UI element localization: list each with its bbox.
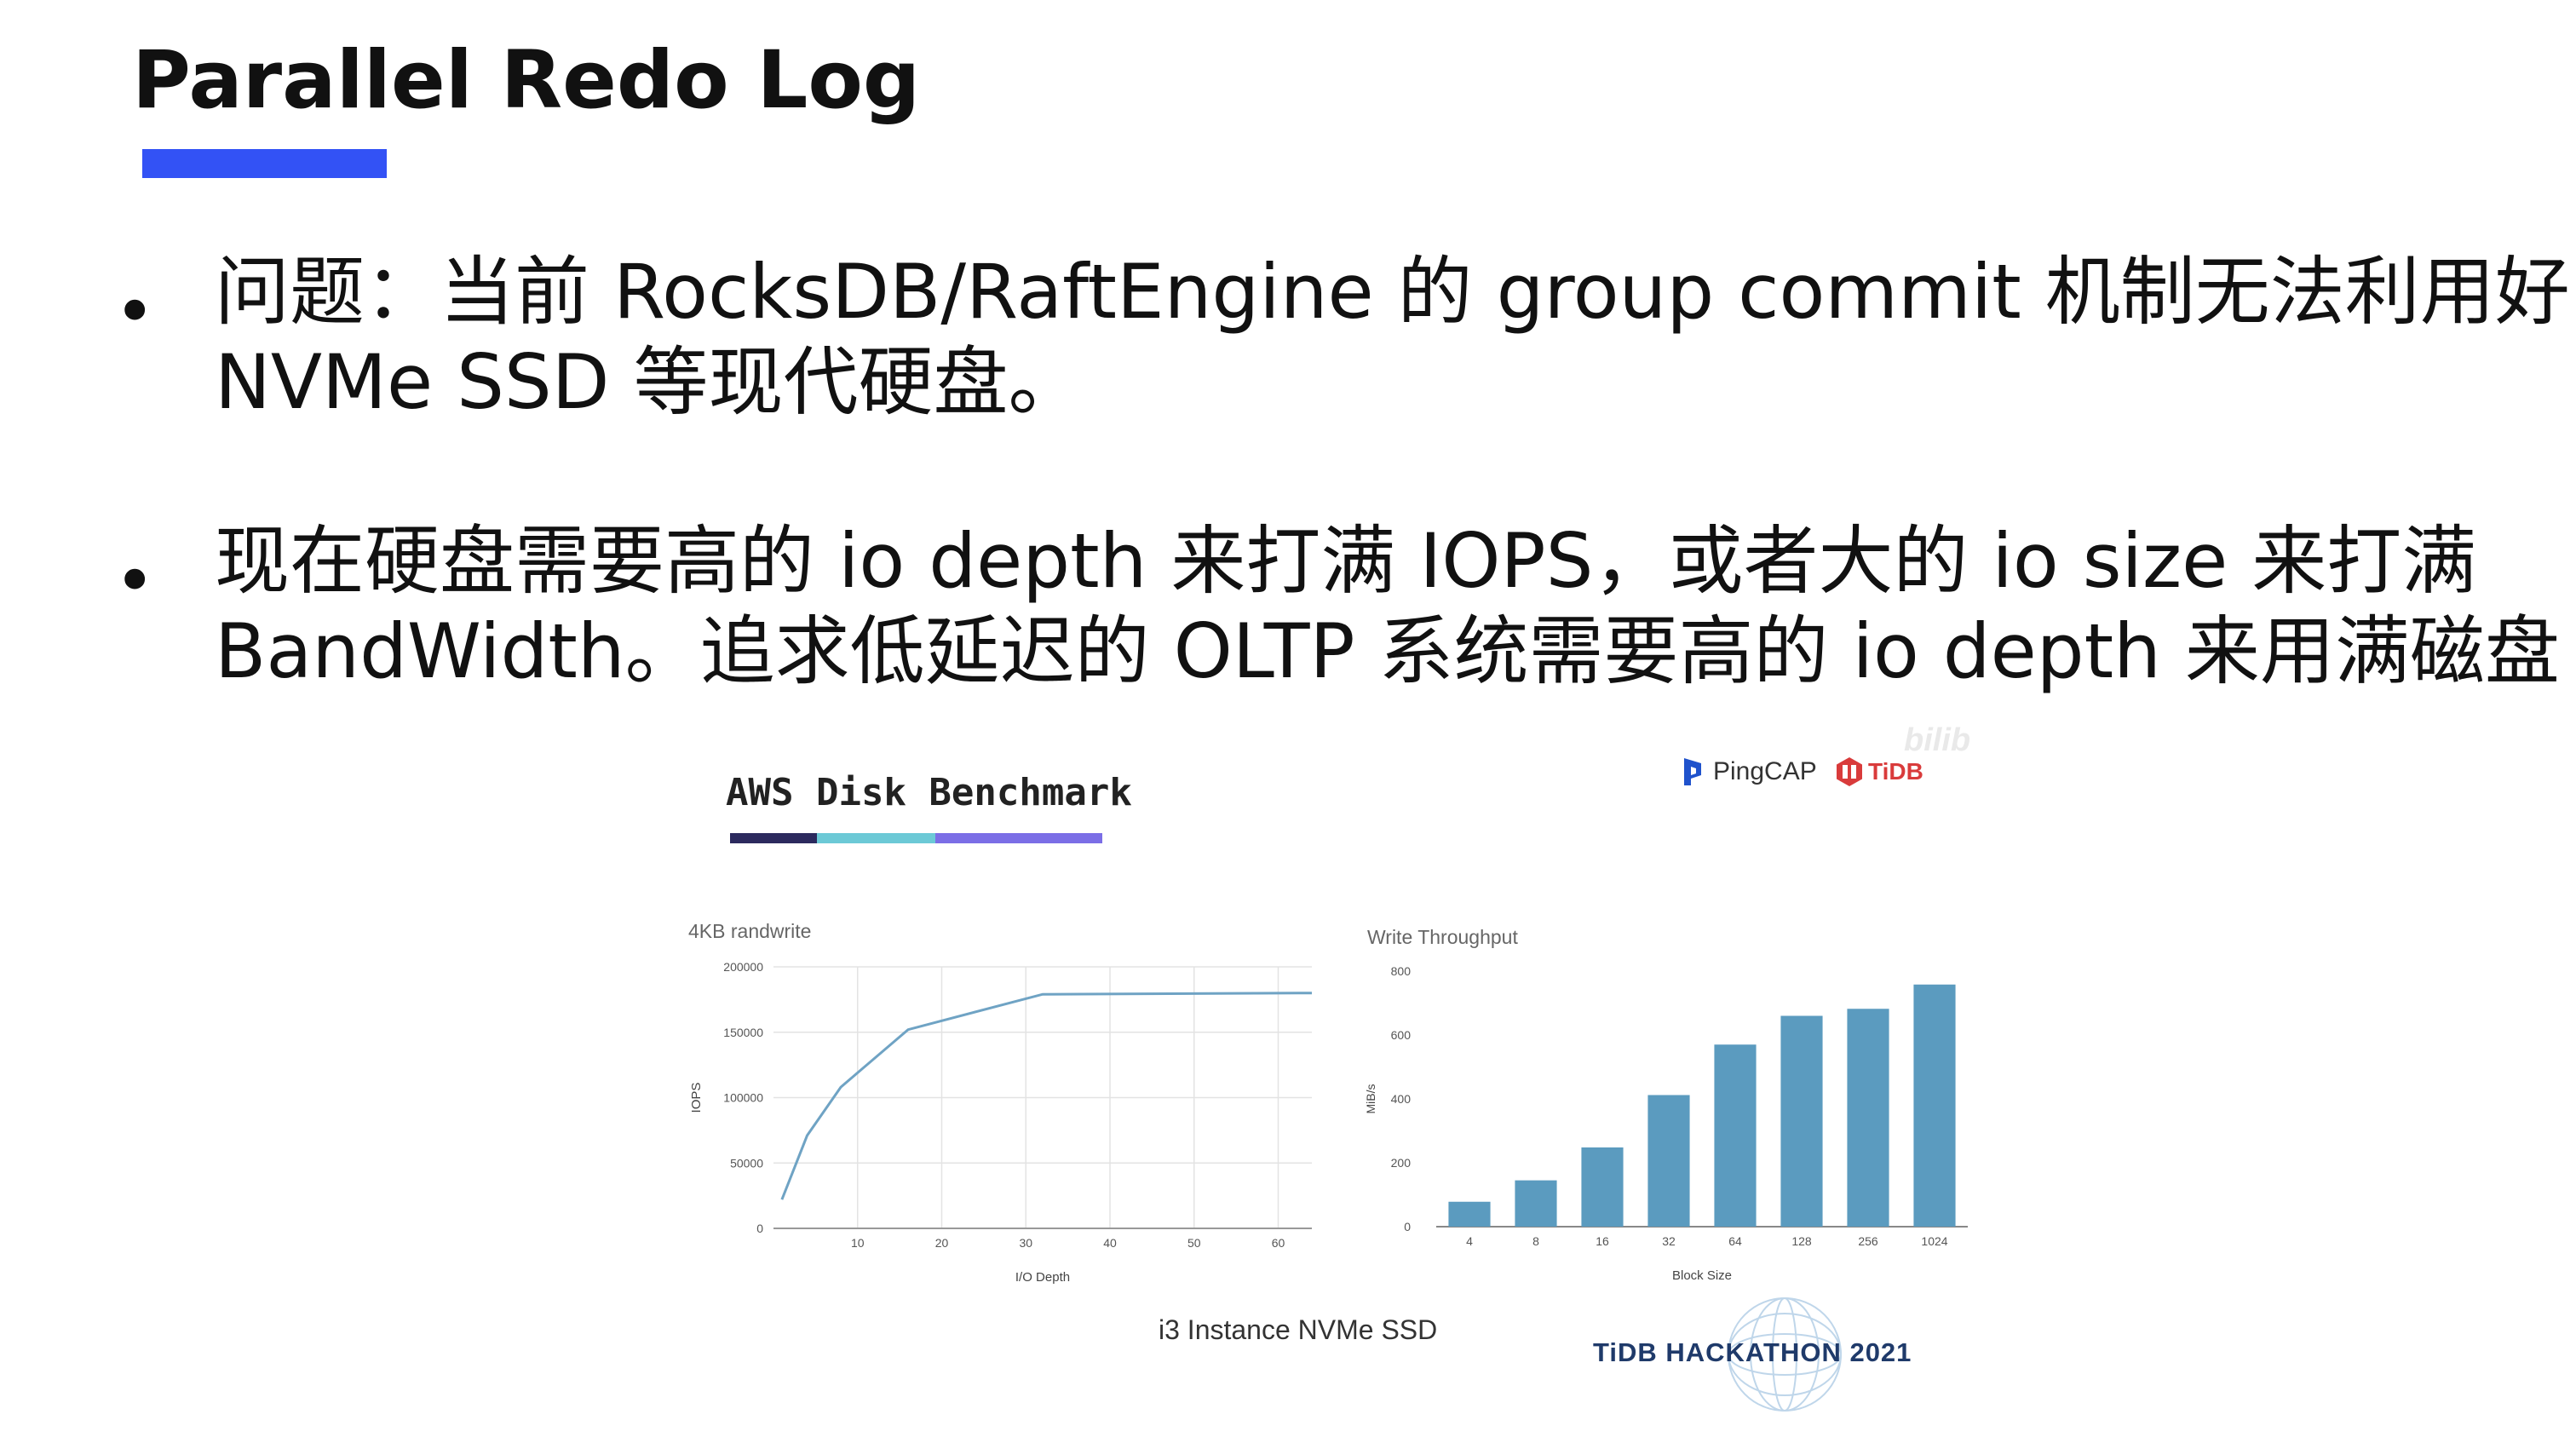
- y-axis-label: MiB/s: [1364, 1084, 1377, 1114]
- watermark: bilib: [1904, 722, 1971, 758]
- bullet-text-line: 问题：当前 RocksDB/RaftEngine 的 group commit …: [215, 248, 2570, 336]
- throughput-bar-chart: 0 200 400 600 800 4 8 16 32 64 128 256 1024 Block Siz…: [1364, 964, 1968, 1283]
- bullet-item: • 现在硬盘需要高的 io depth 来打满 IOPS，或者大的 io siz…: [111, 516, 2564, 697]
- y-tick-label: 150000: [723, 1026, 763, 1039]
- x-tick-label: 256: [1858, 1234, 1878, 1248]
- x-tick-label: 1024: [1921, 1234, 1947, 1248]
- tidb-logo: TiDB: [1836, 756, 1923, 787]
- x-tick-label: 20: [935, 1236, 949, 1250]
- benchmark-bar-segment-2: [817, 833, 935, 843]
- y-tick-label: 600: [1391, 1028, 1412, 1042]
- bullet-item: • 问题：当前 RocksDB/RaftEngine 的 group commi…: [111, 247, 2570, 428]
- x-tick-label: 64: [1728, 1234, 1742, 1248]
- title-underline: [142, 149, 387, 178]
- benchmark-title: AWS Disk Benchmark: [726, 771, 1132, 814]
- line-chart-title: 4KB randwrite: [688, 920, 812, 942]
- bar: [1647, 1095, 1690, 1227]
- bar: [1714, 1044, 1757, 1227]
- benchmark-bar-segment-1: [730, 833, 817, 843]
- benchmark-bar-segment-3: [935, 833, 1102, 843]
- pingcap-label: PingCAP: [1713, 757, 1817, 785]
- bar-chart-title: Write Throughput: [1367, 926, 1518, 948]
- bar: [1515, 1180, 1557, 1227]
- series-line: [780, 992, 1313, 1200]
- x-axis-label: I/O Depth: [1015, 1270, 1070, 1285]
- bar: [1913, 984, 1956, 1227]
- hackathon-label: TiDB HACKATHON 2021: [1593, 1337, 1912, 1367]
- chart-caption: i3 Instance NVMe SSD: [1159, 1314, 1438, 1345]
- x-tick-label: 16: [1596, 1234, 1609, 1248]
- y-axis-label: IOPS: [689, 1083, 704, 1113]
- bar: [1581, 1147, 1624, 1227]
- tidb-mark-icon: [1837, 757, 1862, 786]
- page-title: Parallel Redo Log: [132, 34, 921, 127]
- bullet-text-line: 现在硬盘需要高的 io depth 来打满 IOPS，或者大的 io size …: [215, 517, 2477, 605]
- bullet-list: • 问题：当前 RocksDB/RaftEngine 的 group commi…: [111, 247, 2570, 785]
- bar: [1780, 1015, 1823, 1227]
- y-tick-label: 0: [756, 1222, 763, 1235]
- bar: [1847, 1009, 1889, 1227]
- x-tick-label: 32: [1662, 1234, 1676, 1248]
- x-axis-label: Block Size: [1672, 1268, 1732, 1283]
- y-tick-label: 200: [1391, 1156, 1412, 1170]
- bullet-text-line: BandWidth。追求低延迟的 OLTP 系统需要高的 io depth 来用…: [215, 607, 2560, 695]
- pingcap-logo: PingCAP: [1682, 756, 1817, 787]
- iops-line-chart: 10 20 30 40 50 60 0 50000 100000 150000 200000 I/O …: [689, 960, 1313, 1285]
- x-tick-label: 60: [1272, 1236, 1285, 1250]
- pingcap-mark-icon: [1684, 758, 1701, 785]
- y-tick-label: 800: [1391, 964, 1412, 978]
- x-tick-label: 50: [1187, 1236, 1201, 1250]
- bullet-text-line: NVMe SSD 等现代硬盘。: [215, 338, 1084, 426]
- x-tick-label: 10: [851, 1236, 865, 1250]
- x-tick-label: 30: [1019, 1236, 1032, 1250]
- y-tick-label: 200000: [723, 960, 763, 974]
- y-tick-label: 0: [1404, 1220, 1411, 1233]
- bar: [1448, 1201, 1491, 1227]
- bullet-dot-icon: •: [114, 541, 156, 622]
- x-tick-label: 40: [1103, 1236, 1117, 1250]
- x-tick-label: 4: [1466, 1234, 1473, 1248]
- tidb-label: TiDB: [1868, 758, 1923, 785]
- x-tick-label: 128: [1791, 1234, 1812, 1248]
- y-tick-label: 400: [1391, 1092, 1412, 1106]
- y-tick-label: 50000: [730, 1156, 763, 1170]
- x-tick-label: 8: [1532, 1234, 1539, 1248]
- y-tick-label: 100000: [723, 1091, 763, 1105]
- bullet-dot-icon: •: [114, 272, 156, 353]
